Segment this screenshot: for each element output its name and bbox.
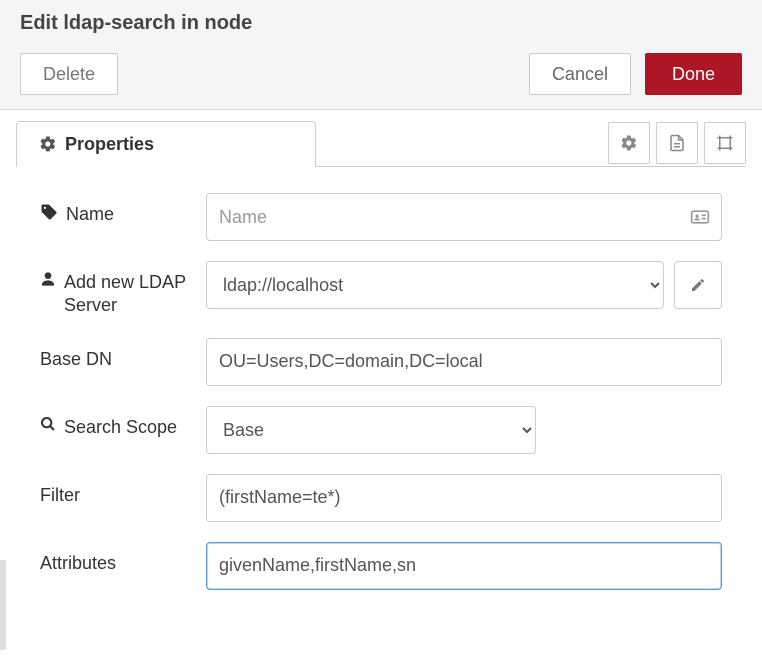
- filter-label: Filter: [40, 474, 206, 507]
- scope-select[interactable]: Base: [206, 406, 536, 454]
- server-select[interactable]: ldap://localhost: [206, 261, 664, 309]
- name-label: Name: [40, 193, 206, 226]
- gear-icon: [39, 135, 57, 153]
- node-appearance-button[interactable]: [704, 122, 746, 164]
- node-settings-button[interactable]: [608, 122, 650, 164]
- tab-properties-label: Properties: [65, 134, 154, 155]
- delete-button[interactable]: Delete: [20, 53, 118, 95]
- document-icon: [668, 134, 686, 152]
- frame-icon: [716, 134, 734, 152]
- server-label: Add new LDAP Server: [40, 261, 206, 318]
- edit-server-button[interactable]: [674, 261, 722, 309]
- user-icon: [40, 271, 56, 287]
- attributes-input[interactable]: [206, 542, 722, 590]
- cancel-button[interactable]: Cancel: [529, 53, 631, 95]
- dialog-title: Edit ldap-search in node: [20, 12, 742, 35]
- pencil-icon: [690, 277, 706, 293]
- scope-label: Search Scope: [40, 406, 206, 439]
- node-docs-button[interactable]: [656, 122, 698, 164]
- tag-icon: [40, 203, 58, 221]
- basedn-label: Base DN: [40, 338, 206, 371]
- search-icon: [40, 416, 56, 432]
- filter-input[interactable]: [206, 474, 722, 522]
- gear-icon: [620, 134, 638, 152]
- id-card-icon: [690, 207, 710, 227]
- tab-properties[interactable]: Properties: [16, 121, 316, 167]
- basedn-input[interactable]: [206, 338, 722, 386]
- attributes-label: Attributes: [40, 542, 206, 575]
- name-input[interactable]: [206, 193, 722, 241]
- scrollbar-hint: [0, 560, 6, 650]
- done-button[interactable]: Done: [645, 53, 742, 95]
